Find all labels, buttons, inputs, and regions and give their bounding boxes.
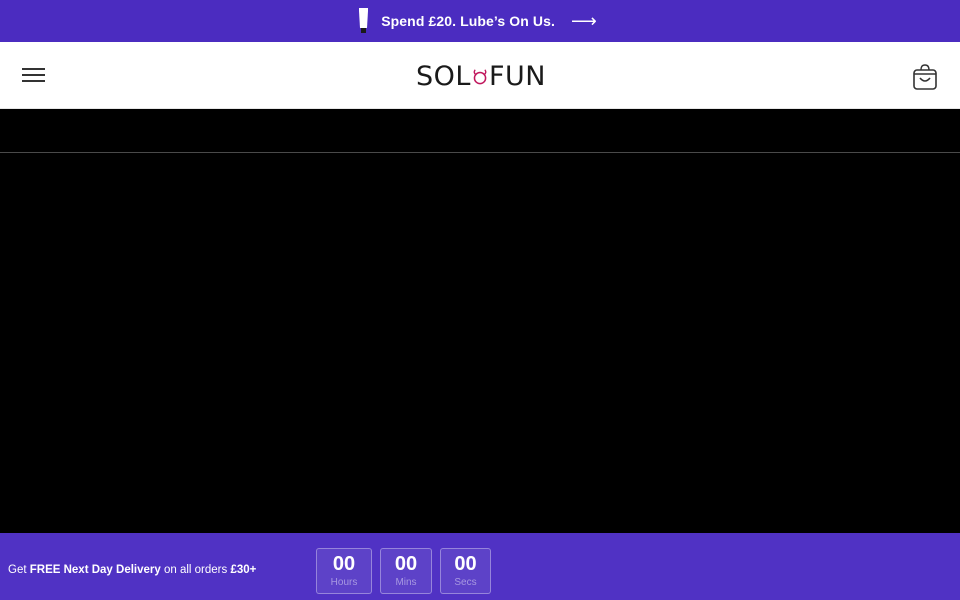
countdown-mins: 00 Mins: [380, 548, 432, 594]
hamburger-menu-icon[interactable]: [21, 64, 47, 86]
countdown-label: Mins: [395, 577, 417, 588]
arrow-right-icon: ⟶: [571, 11, 597, 31]
countdown-label: Hours: [330, 577, 358, 588]
countdown-value: 00: [454, 553, 477, 575]
nav-band: [0, 109, 960, 152]
countdown-timer: 00 Hours 00 Mins 00 Secs: [316, 548, 491, 594]
promo-threshold: £30+: [230, 564, 257, 576]
announcement-bar[interactable]: Spend £20. Lube’s On Us. ⟶: [0, 0, 960, 42]
countdown-label: Secs: [454, 577, 477, 588]
logo-text-left: SOL: [416, 60, 471, 92]
promo-highlight: FREE Next Day Delivery: [29, 564, 161, 576]
site-header: SOL FUN: [0, 42, 960, 109]
promo-prefix: Get: [8, 564, 30, 576]
devil-horns-logo-icon: [473, 69, 487, 85]
site-logo[interactable]: SOL FUN: [416, 60, 546, 92]
delivery-promo-bar: Get FREE Next Day Delivery on all orders…: [0, 533, 960, 600]
countdown-value: 00: [394, 553, 418, 575]
hero-banner[interactable]: [0, 153, 960, 533]
countdown-secs: 00 Secs: [440, 548, 491, 594]
lube-tube-icon: [359, 7, 369, 33]
countdown-hours: 00 Hours: [316, 548, 372, 594]
countdown-value: 00: [332, 553, 356, 575]
shopping-bag-icon[interactable]: [912, 63, 938, 91]
promo-middle: on all orders: [160, 564, 231, 576]
delivery-promo-text: Get FREE Next Day Delivery on all orders…: [8, 564, 256, 576]
announcement-text: Spend £20. Lube’s On Us.: [381, 13, 555, 29]
logo-text-right: FUN: [489, 60, 546, 92]
